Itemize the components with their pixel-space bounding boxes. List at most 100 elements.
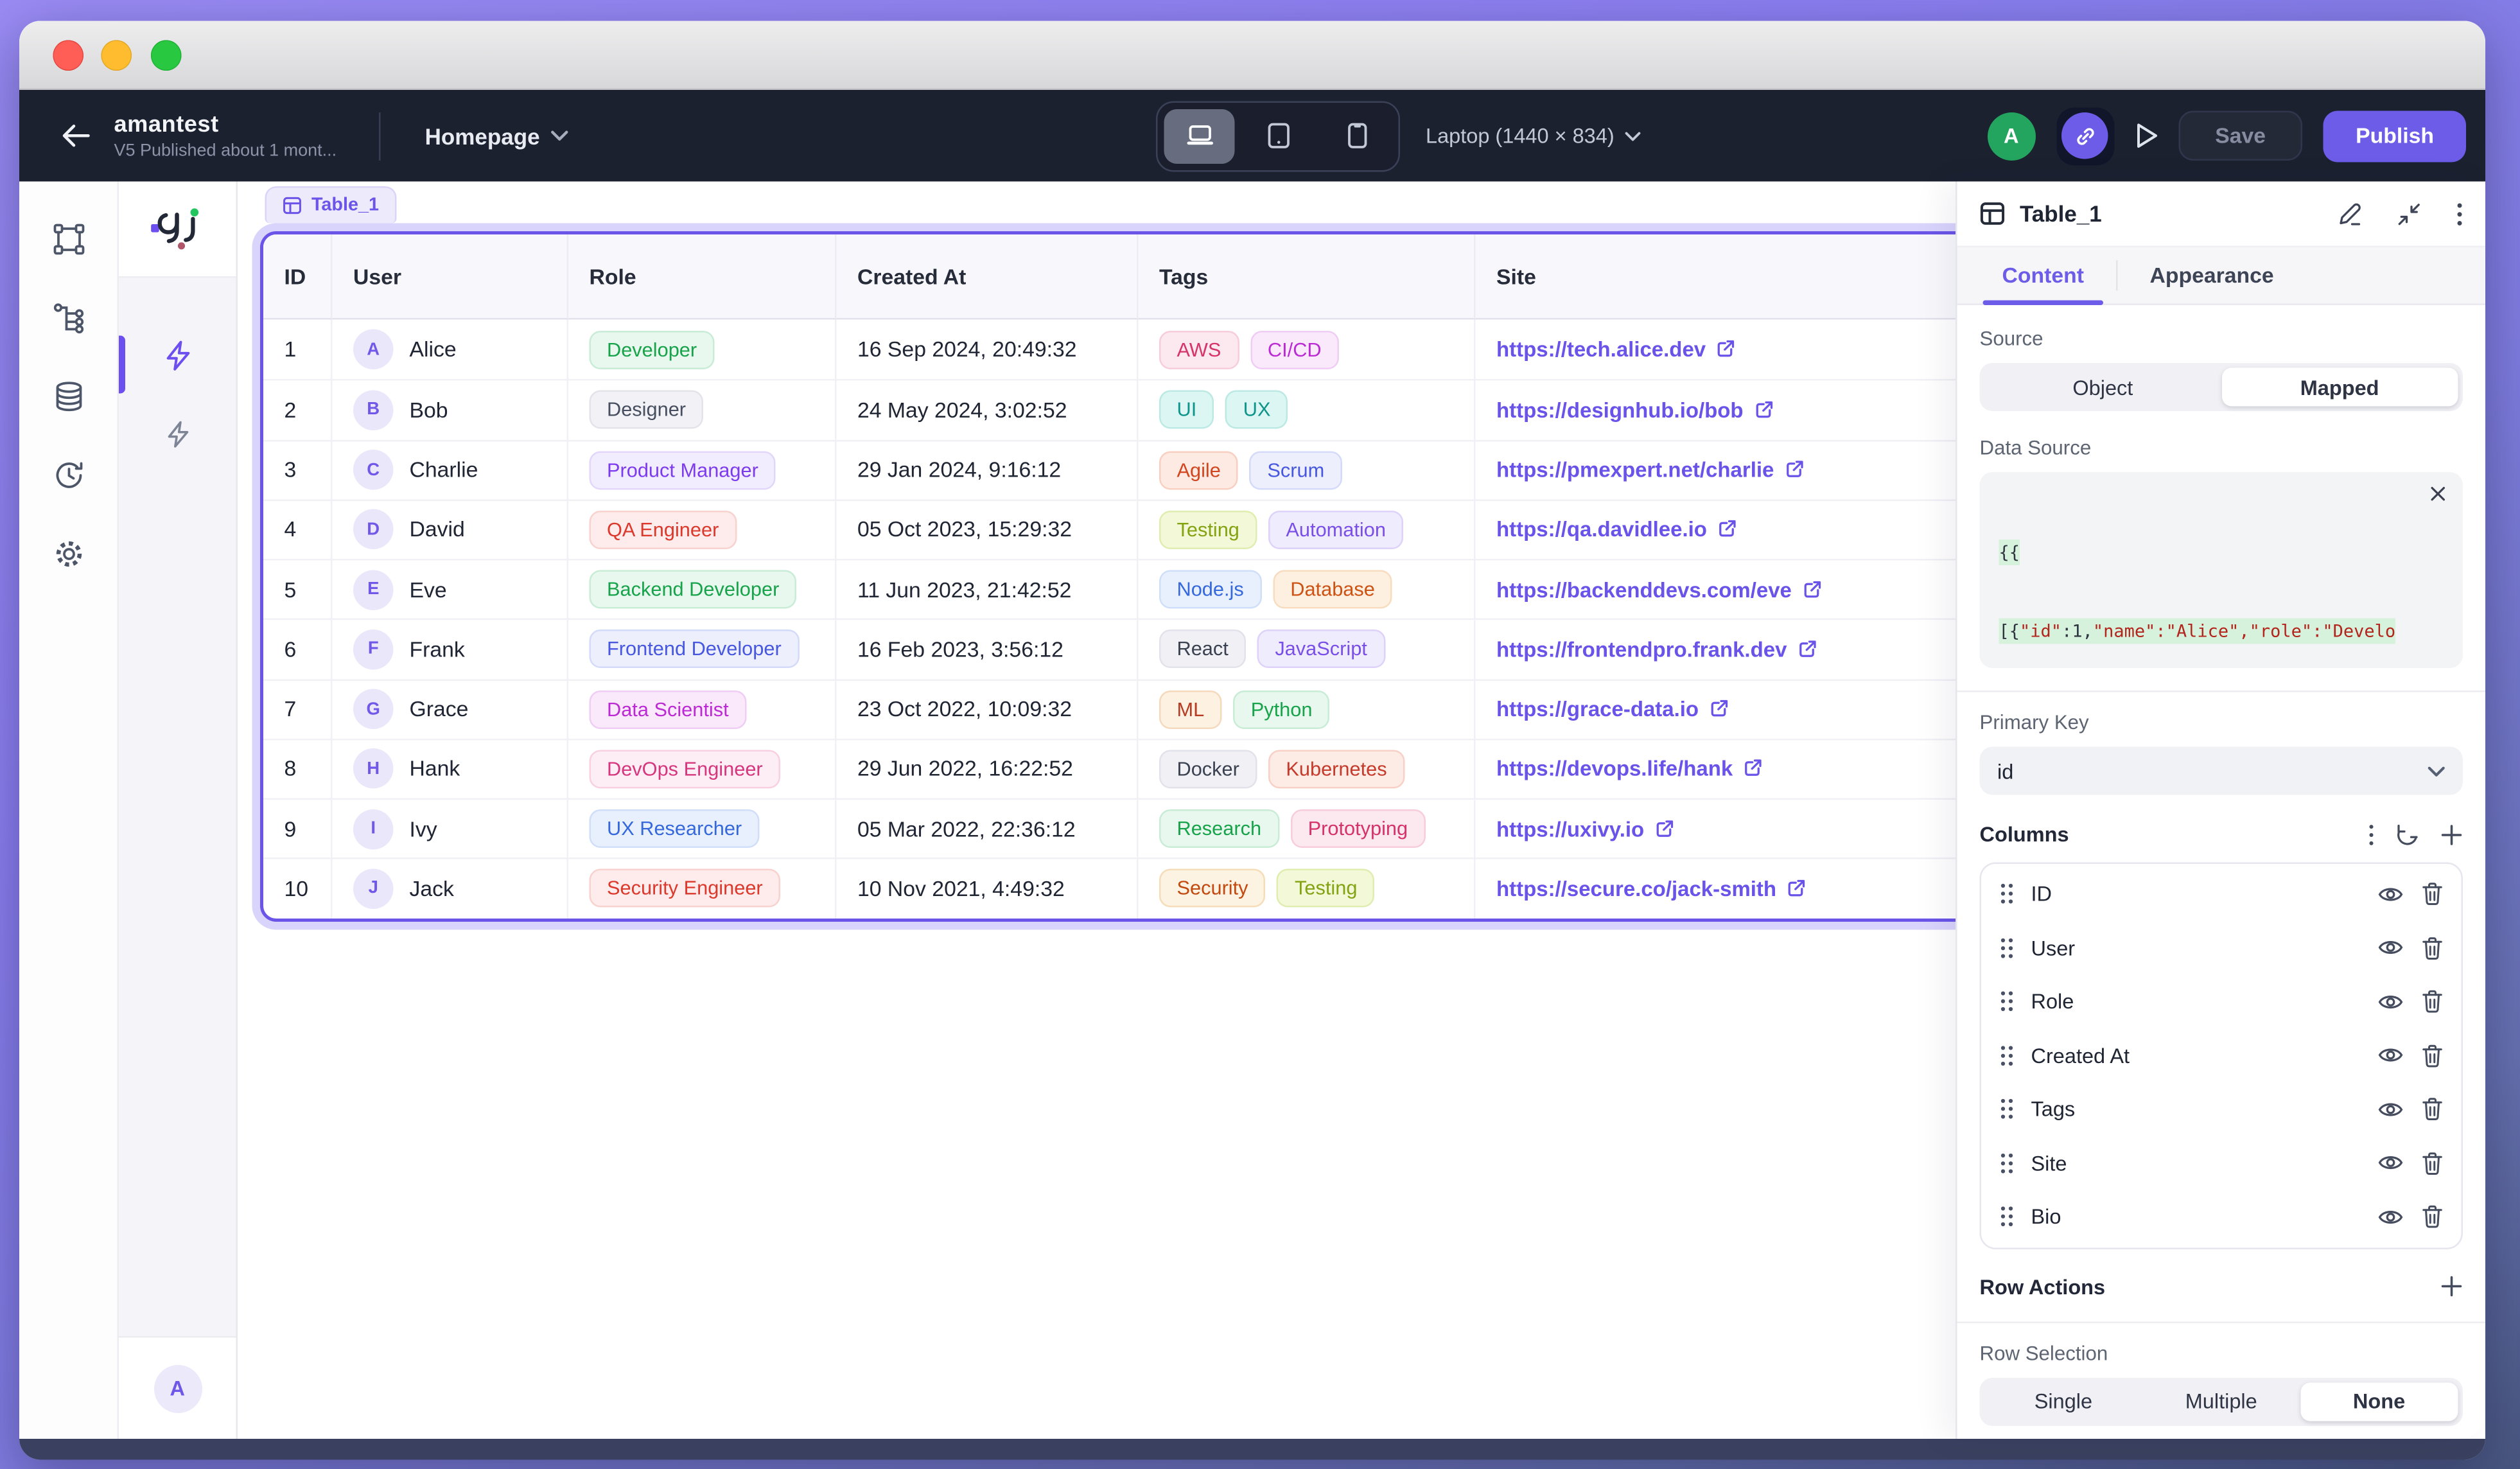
collapse-panel-button[interactable] (2397, 202, 2422, 226)
drag-handle-icon[interactable] (2000, 991, 2013, 1012)
device-tablet-button[interactable] (1243, 109, 1313, 163)
table-row: 7 GGrace Data Scientist 23 Oct 2022, 10:… (263, 678, 2031, 738)
site-link[interactable]: https://frontendpro.frank.dev (1496, 637, 1817, 662)
zoom-window-button[interactable] (150, 40, 181, 71)
plus-icon (2440, 1275, 2463, 1297)
drag-handle-icon[interactable] (2000, 1099, 2013, 1120)
site-link[interactable]: https://devops.life/hank (1496, 757, 1763, 781)
tag-badge: Testing (1277, 869, 1375, 908)
site-link[interactable]: https://pmexpert.net/charlie (1496, 458, 1805, 482)
page-menu[interactable]: Homepage (425, 123, 569, 148)
col-header-created: Created At (837, 234, 1139, 320)
role-badge: Frontend Developer (590, 630, 800, 669)
delete-column-button[interactable] (2421, 1205, 2444, 1229)
sidebar-item-data[interactable] (52, 381, 84, 413)
data-source-editor[interactable]: {{ [{"id":1,"name":"Alice","role":"Devel… (1980, 472, 2463, 668)
publish-button[interactable]: Publish (2323, 110, 2466, 161)
user-name: Frank (410, 637, 465, 662)
sidebar-item-history[interactable] (52, 459, 84, 491)
rail-avatar[interactable]: A (153, 1364, 202, 1412)
user-name: Jack (410, 877, 454, 901)
columns-menu-button[interactable] (2368, 823, 2375, 845)
app-logo[interactable] (119, 182, 236, 278)
site-link[interactable]: https://designhub.io/bob (1496, 398, 1774, 423)
source-option-mapped[interactable]: Mapped (2221, 368, 2458, 407)
user-avatar[interactable]: A (1987, 112, 2035, 160)
toggle-visibility-button[interactable] (2378, 884, 2404, 904)
data-table[interactable]: ID User Role Created At Tags Site 1 AAli… (260, 231, 2034, 921)
add-row-action-button[interactable] (2440, 1275, 2463, 1297)
element-settings-panel: Table_1 Content Appearance (1956, 182, 2485, 1439)
toggle-visibility-button[interactable] (2378, 1046, 2404, 1065)
tag-badge: AWS (1159, 330, 1239, 369)
tab-appearance[interactable]: Appearance (2121, 247, 2303, 304)
drag-handle-icon[interactable] (2000, 1152, 2013, 1174)
row-selection-single[interactable]: Single (1984, 1382, 2142, 1420)
drag-handle-icon[interactable] (2000, 1045, 2013, 1066)
preview-play-button[interactable] (2135, 122, 2157, 150)
source-option-object[interactable]: Object (1984, 368, 2221, 407)
site-link[interactable]: https://backenddevs.com/eve (1496, 577, 1822, 602)
delete-column-button[interactable] (2421, 1097, 2444, 1122)
device-size-select[interactable]: Laptop (1440 × 834) (1426, 124, 1641, 148)
tag-badge: Node.js (1159, 570, 1261, 609)
cell-role: Developer (568, 320, 837, 380)
tab-content[interactable]: Content (1973, 247, 2113, 304)
tag-badge: Security (1159, 869, 1266, 908)
panel-menu-button[interactable] (2456, 202, 2463, 226)
delete-column-button[interactable] (2421, 990, 2444, 1014)
cell-id: 2 (263, 380, 333, 439)
sidebar-item-artboard[interactable] (52, 224, 84, 256)
delete-column-button[interactable] (2421, 936, 2444, 960)
chevron-down-icon (1625, 131, 1641, 141)
share-link-button[interactable] (2056, 107, 2114, 164)
toggle-visibility-button[interactable] (2378, 992, 2404, 1011)
save-button[interactable]: Save (2178, 111, 2303, 161)
kebab-icon (2368, 823, 2375, 845)
device-mobile-button[interactable] (1322, 109, 1392, 163)
sidebar-item-settings[interactable] (52, 538, 84, 570)
rename-button[interactable] (2338, 202, 2362, 226)
site-link[interactable]: https://grace-data.io (1496, 697, 1729, 721)
role-badge: Product Manager (590, 451, 776, 489)
cell-created: 29 Jan 2024, 9:16:12 (837, 439, 1139, 499)
table-row: 8 HHank DevOps Engineer 29 Jun 2022, 16:… (263, 738, 2031, 798)
cell-created: 10 Nov 2021, 4:49:32 (837, 858, 1139, 918)
clear-data-source-button[interactable] (2429, 485, 2447, 503)
collapse-icon (2397, 202, 2422, 226)
row-selection-none[interactable]: None (2300, 1382, 2458, 1420)
toggle-visibility-button[interactable] (2378, 1154, 2404, 1173)
site-link[interactable]: https://secure.co/jack-smith (1496, 877, 1807, 901)
add-column-button[interactable] (2440, 823, 2463, 845)
device-laptop-button[interactable] (1164, 109, 1235, 163)
toggle-visibility-button[interactable] (2378, 938, 2404, 958)
toggle-visibility-button[interactable] (2378, 1100, 2404, 1119)
primary-key-select[interactable]: id (1980, 747, 2463, 795)
role-badge: Designer (590, 391, 704, 429)
site-link[interactable]: https://qa.davidlee.io (1496, 518, 1737, 542)
back-button[interactable] (61, 124, 90, 148)
sidebar-item-layers[interactable] (52, 302, 84, 334)
row-selection-multiple[interactable]: Multiple (2142, 1382, 2300, 1420)
eye-icon (2378, 1154, 2404, 1173)
cell-created: 11 Jun 2023, 21:42:52 (837, 559, 1139, 619)
row-avatar: C (353, 450, 394, 490)
cell-user: BBob (333, 380, 569, 439)
site-link[interactable]: https://tech.alice.dev (1496, 337, 1737, 362)
toggle-visibility-button[interactable] (2378, 1207, 2404, 1226)
sidebar-item-workflows[interactable] (166, 421, 190, 448)
refresh-columns-button[interactable] (2395, 822, 2420, 847)
drag-handle-icon[interactable] (2000, 1206, 2013, 1227)
row-selection-label: Row Selection (1980, 1342, 2463, 1364)
delete-column-button[interactable] (2421, 882, 2444, 906)
sidebar-item-workflows-active[interactable] (164, 340, 191, 371)
minimize-window-button[interactable] (100, 40, 131, 71)
table-row: 9 IIvy UX Researcher 05 Mar 2022, 22:36:… (263, 798, 2031, 858)
drag-handle-icon[interactable] (2000, 884, 2013, 905)
delete-column-button[interactable] (2421, 1151, 2444, 1175)
drag-handle-icon[interactable] (2000, 937, 2013, 958)
site-link[interactable]: https://uxivy.io (1496, 817, 1675, 841)
selected-element-tag[interactable]: Table_1 (265, 186, 397, 224)
close-window-button[interactable] (52, 40, 83, 71)
delete-column-button[interactable] (2421, 1043, 2444, 1068)
